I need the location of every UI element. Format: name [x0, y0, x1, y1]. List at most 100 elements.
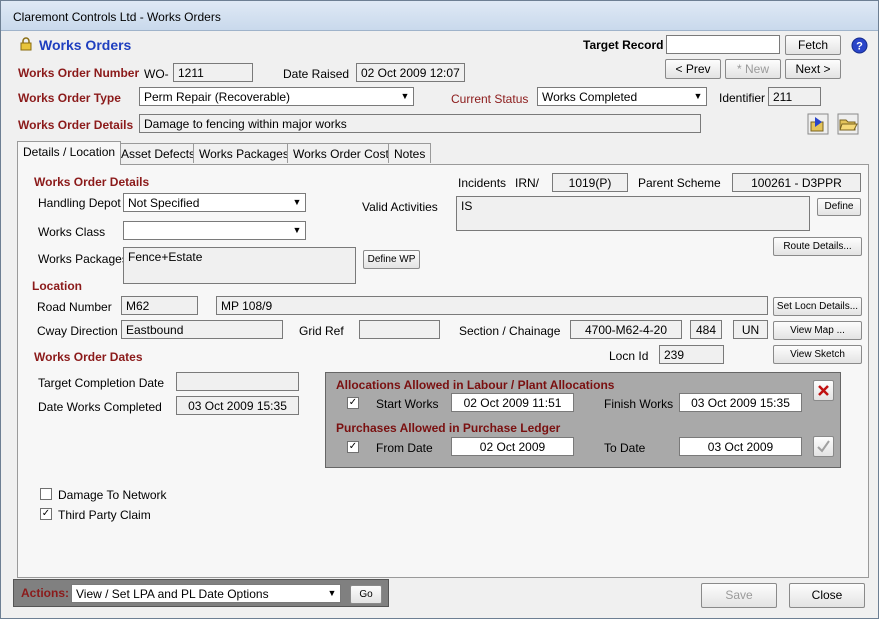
identifier-field[interactable]: 211: [768, 87, 821, 106]
chainage-field[interactable]: 484: [690, 320, 722, 339]
from-date-label: From Date: [376, 441, 433, 455]
damage-to-network-label: Damage To Network: [58, 488, 167, 502]
works-order-details-label: Works Order Details: [18, 118, 134, 132]
valid-activities-label: Valid Activities: [362, 200, 438, 214]
actions-value: View / Set LPA and PL Date Options: [76, 587, 269, 601]
handling-depot-value: Not Specified: [128, 196, 200, 210]
export-icon[interactable]: [807, 113, 829, 135]
current-status-select[interactable]: Works Completed ▼: [537, 87, 707, 106]
clear-dates-button[interactable]: [813, 380, 834, 401]
lock-icon: [20, 37, 32, 51]
target-completion-field[interactable]: [176, 372, 299, 391]
works-packages-label: Works Packages: [38, 252, 128, 266]
tab-asset-defects[interactable]: Asset Defects: [115, 143, 202, 163]
new-button[interactable]: * New: [725, 59, 781, 79]
chevron-down-icon: ▼: [327, 588, 337, 598]
chevron-down-icon: ▼: [292, 197, 302, 207]
third-party-claim-checkbox[interactable]: ✓: [40, 508, 52, 520]
cway-direction-label: Cway Direction: [37, 324, 118, 338]
handling-depot-label: Handling Depot: [38, 196, 121, 210]
damage-to-network-checkbox[interactable]: [40, 488, 52, 500]
identifier-label: Identifier: [719, 91, 766, 105]
incidents-label: Incidents: [458, 176, 507, 190]
details-section-title: Works Order Details: [34, 175, 150, 189]
third-party-claim-label: Third Party Claim: [58, 508, 151, 522]
actions-label: Actions:: [21, 586, 69, 600]
view-sketch-button[interactable]: View Sketch: [773, 345, 862, 364]
date-raised-field[interactable]: 02 Oct 2009 12:07: [356, 63, 465, 82]
target-completion-label: Target Completion Date: [38, 376, 165, 390]
works-orders-window: Claremont Controls Ltd - Works Orders Wo…: [0, 0, 879, 619]
form-title: Works Orders: [39, 37, 132, 53]
parent-scheme-label: Parent Scheme: [638, 176, 721, 190]
section-field[interactable]: 4700-M62-4-20: [570, 320, 682, 339]
svg-text:?: ?: [856, 41, 863, 53]
irn-label: IRN/: [515, 176, 539, 190]
actions-select[interactable]: View / Set LPA and PL Date Options ▼: [71, 584, 341, 603]
parent-scheme-field[interactable]: 100261 - D3PPR: [732, 173, 861, 192]
finish-works-field[interactable]: 03 Oct 2009 15:35: [679, 393, 802, 412]
to-date-field[interactable]: 03 Oct 2009: [679, 437, 802, 456]
from-date-field[interactable]: 02 Oct 2009: [451, 437, 574, 456]
works-class-label: Works Class: [38, 225, 106, 239]
date-completed-label: Date Works Completed: [38, 400, 162, 414]
next-button[interactable]: Next >: [785, 59, 841, 79]
define-button[interactable]: Define: [817, 198, 861, 216]
works-order-type-value: Perm Repair (Recoverable): [144, 90, 291, 104]
close-button[interactable]: Close: [789, 583, 865, 608]
grid-ref-label: Grid Ref: [299, 324, 344, 338]
cway-direction-field[interactable]: Eastbound: [121, 320, 283, 339]
tab-works-packages[interactable]: Works Packages: [193, 143, 295, 163]
works-order-type-label: Works Order Type: [18, 91, 121, 105]
title-bar: Claremont Controls Ltd - Works Orders: [1, 1, 878, 31]
section-chainage-label: Section / Chainage: [459, 324, 561, 338]
confirm-dates-button[interactable]: [813, 436, 834, 457]
open-folder-icon[interactable]: [837, 113, 859, 135]
works-order-details-field[interactable]: Damage to fencing within major works: [139, 114, 701, 133]
irn-field[interactable]: 1019(P): [552, 173, 628, 192]
works-class-select[interactable]: ▼: [123, 221, 306, 240]
date-raised-label: Date Raised: [283, 67, 350, 81]
view-map-button[interactable]: View Map ...: [773, 321, 862, 340]
start-works-checkbox[interactable]: ✓: [347, 397, 359, 409]
chevron-down-icon: ▼: [400, 91, 410, 101]
road-number-field[interactable]: M62: [121, 296, 198, 315]
location-section-title: Location: [32, 279, 82, 293]
chainage-unit-field[interactable]: UN: [733, 320, 768, 339]
define-wp-button[interactable]: Define WP: [363, 250, 420, 269]
help-icon[interactable]: ?: [851, 37, 868, 54]
route-details-button[interactable]: Route Details...: [773, 237, 862, 256]
start-works-field[interactable]: 02 Oct 2009 11:51: [451, 393, 574, 412]
current-status-label: Current Status: [451, 92, 529, 106]
tab-notes[interactable]: Notes: [388, 143, 432, 163]
works-order-number-field[interactable]: 1211: [173, 63, 253, 82]
date-completed-field[interactable]: 03 Oct 2009 15:35: [176, 396, 299, 415]
works-order-number-label: Works Order Number: [18, 66, 140, 80]
chevron-down-icon: ▼: [292, 225, 302, 235]
tab-details-location[interactable]: Details / Location: [17, 141, 122, 165]
grid-ref-field[interactable]: [359, 320, 440, 339]
locn-id-field[interactable]: 239: [659, 345, 724, 364]
close-icon: [818, 385, 829, 396]
fetch-button[interactable]: Fetch: [785, 35, 841, 55]
set-locn-details-button[interactable]: Set Locn Details...: [773, 297, 862, 316]
finish-works-label: Finish Works: [604, 397, 674, 411]
works-order-type-select[interactable]: Perm Repair (Recoverable) ▼: [139, 87, 414, 106]
handling-depot-select[interactable]: Not Specified ▼: [123, 193, 306, 212]
start-works-label: Start Works: [376, 397, 439, 411]
road-description-field[interactable]: MP 108/9: [216, 296, 768, 315]
go-button[interactable]: Go: [350, 585, 382, 604]
checkmark-icon: [817, 440, 830, 453]
chevron-down-icon: ▼: [693, 91, 703, 101]
locn-id-label: Locn Id: [609, 349, 649, 363]
valid-activities-field[interactable]: IS: [456, 196, 810, 231]
allocations-title: Allocations Allowed in Labour / Plant Al…: [336, 378, 615, 392]
dates-section-title: Works Order Dates: [34, 350, 143, 364]
works-packages-field[interactable]: Fence+Estate: [123, 247, 356, 284]
target-record-label: Target Record: [583, 38, 664, 52]
tab-works-order-costs[interactable]: Works Order Costs: [287, 143, 401, 163]
from-date-checkbox[interactable]: ✓: [347, 441, 359, 453]
save-button[interactable]: Save: [701, 583, 777, 608]
prev-button[interactable]: < Prev: [665, 59, 721, 79]
target-record-input[interactable]: [666, 35, 780, 54]
